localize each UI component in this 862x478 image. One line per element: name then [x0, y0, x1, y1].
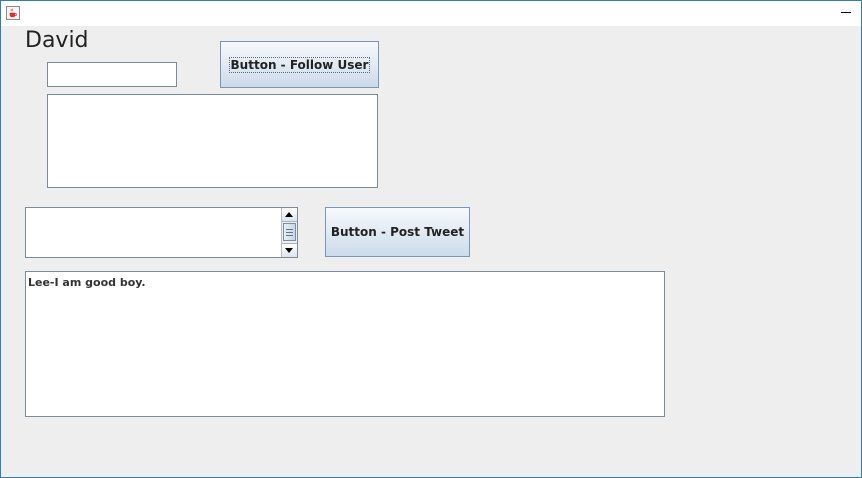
main-panel: David Button - Follow User Button - Post…: [1, 26, 861, 477]
following-list[interactable]: [47, 94, 378, 188]
follow-user-button-label: Button - Follow User: [228, 56, 371, 73]
scroll-down-arrow-icon[interactable]: [282, 243, 297, 257]
scroll-up-arrow-icon[interactable]: [282, 208, 297, 222]
title-bar[interactable]: [1, 1, 861, 26]
app-window: David Button - Follow User Button - Post…: [0, 0, 862, 478]
minimize-icon[interactable]: [837, 5, 855, 21]
news-feed-list[interactable]: Lee-I am good boy.: [25, 271, 665, 417]
tweet-scrollbar[interactable]: [281, 208, 297, 257]
post-tweet-button-label: Button - Post Tweet: [330, 225, 465, 239]
java-cup-icon[interactable]: [6, 6, 20, 20]
follow-user-input[interactable]: [47, 62, 177, 87]
list-item[interactable]: Lee-I am good boy.: [28, 276, 146, 289]
tweet-text-area[interactable]: [25, 207, 298, 258]
follow-user-button[interactable]: Button - Follow User: [220, 41, 379, 88]
post-tweet-button[interactable]: Button - Post Tweet: [325, 207, 470, 257]
scroll-thumb[interactable]: [283, 223, 296, 241]
user-name-label: David: [25, 28, 89, 53]
